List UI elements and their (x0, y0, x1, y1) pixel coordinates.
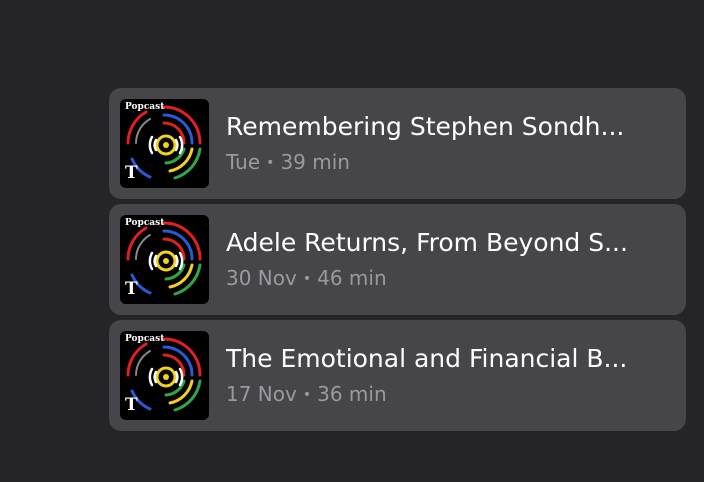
episode-meta: Tue • 39 min (226, 150, 350, 175)
podcast-artwork: Popcast T (120, 99, 209, 188)
episode-title: The Emotional and Financial B... (226, 344, 628, 373)
nyt-logo: T (125, 279, 138, 299)
podcast-artwork: Popcast T (120, 215, 209, 304)
episode-duration: 36 min (317, 382, 387, 406)
meta-separator: • (266, 155, 275, 171)
podcast-artwork: Popcast T (120, 331, 209, 420)
episode-duration: 39 min (280, 150, 350, 174)
episode-date: Tue (226, 150, 261, 174)
episode-card[interactable]: Popcast T Remembering Stephen Sondh... T… (109, 88, 686, 199)
episode-date: 17 Nov (226, 382, 297, 406)
artwork-brand-label: Popcast (125, 218, 165, 228)
episode-meta: 17 Nov • 36 min (226, 382, 387, 407)
episode-duration: 46 min (317, 266, 387, 290)
episode-date: 30 Nov (226, 266, 297, 290)
episode-title: Remembering Stephen Sondh... (226, 112, 625, 141)
episode-card[interactable]: Popcast T The Emotional and Financial B.… (109, 320, 686, 431)
episode-title: Adele Returns, From Beyond S... (226, 228, 628, 257)
artwork-brand-label: Popcast (125, 334, 165, 344)
artwork-brand-label: Popcast (125, 102, 165, 112)
meta-separator: • (302, 271, 312, 287)
meta-separator: • (302, 387, 312, 403)
episode-meta: 30 Nov • 46 min (226, 266, 387, 291)
nyt-logo: T (125, 395, 138, 415)
nyt-logo: T (125, 163, 138, 183)
episode-card[interactable]: Popcast T Adele Returns, From Beyond S..… (109, 204, 686, 315)
